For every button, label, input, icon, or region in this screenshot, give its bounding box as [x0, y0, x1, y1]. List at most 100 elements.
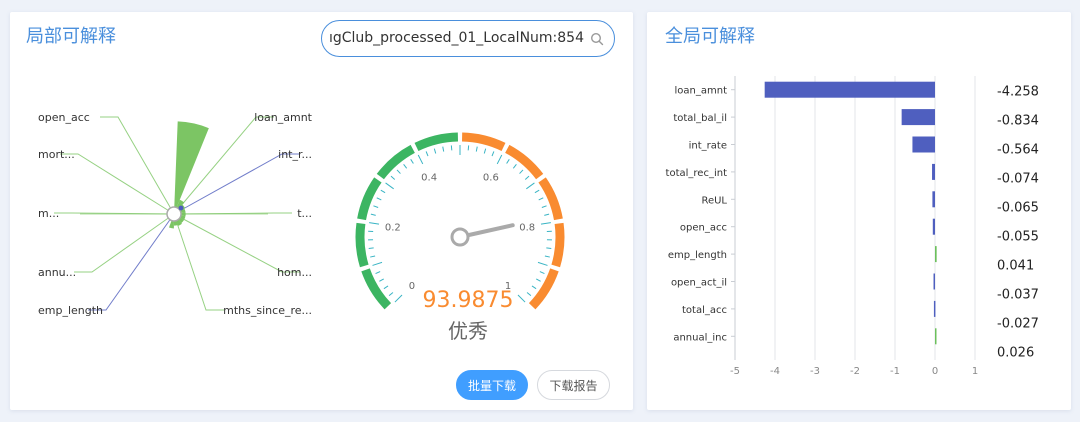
gauge-tick: [544, 213, 550, 216]
gauge-tick: [442, 146, 445, 152]
bar-value-label: -0.074: [997, 172, 1039, 187]
local-explanation-panel: 局部可解释 ıgClub_processed_01_LocalNum:854 l…: [10, 12, 633, 410]
radial-label: int_r...: [278, 148, 312, 161]
gauge-tick: [544, 255, 550, 258]
bar-category-label: open_acc: [680, 223, 727, 234]
bar-category-label: int_rate: [689, 141, 727, 152]
bar: [912, 136, 935, 153]
bar-category-label: ReUL: [701, 195, 727, 206]
bar: [764, 81, 935, 98]
gauge-tick: [390, 175, 396, 180]
gauge-tick: [496, 154, 503, 165]
bar-value-label: -0.055: [997, 230, 1039, 245]
gauge-segment: [376, 144, 415, 180]
gauge-segment: [538, 177, 563, 221]
gauge-tick: [526, 292, 532, 297]
gauge-tick: [491, 151, 495, 157]
bar-value-label: -4.258: [997, 85, 1039, 100]
gauge-tick: [373, 205, 379, 209]
bar-value-label: -0.027: [997, 317, 1039, 332]
gauge-tick-label: 0.8: [519, 222, 535, 233]
radial-spoke: [74, 213, 175, 273]
bar-value-label: 0.026: [997, 346, 1034, 361]
gauge-tick-label: 0: [409, 281, 415, 292]
bar-value-label: -0.834: [997, 114, 1039, 129]
bar-category-label: emp_length: [668, 250, 727, 261]
bar-x-tick-label: 0: [932, 366, 938, 377]
gauge-tick-label: 0.2: [385, 222, 401, 233]
gauge-tick: [519, 169, 524, 174]
radial-label: loan_amnt: [254, 111, 312, 124]
bar: [932, 191, 935, 208]
gauge-tick: [383, 285, 389, 290]
bar: [933, 273, 936, 290]
gauge-tick: [394, 294, 403, 303]
gauge-tick: [539, 271, 545, 274]
gauge-tick: [475, 146, 478, 152]
bar-category-label: total_rec_int: [666, 168, 728, 179]
gauge-segment: [355, 222, 369, 268]
gauge-tick: [370, 213, 376, 216]
gauge-tick: [524, 175, 530, 180]
gauge-tick: [388, 292, 394, 297]
radial-spoke: [173, 213, 300, 273]
sample-search-input[interactable]: ıgClub_processed_01_LocalNum:854: [321, 20, 615, 57]
bar-value-label: -0.037: [997, 288, 1039, 303]
gauge-tick: [375, 271, 381, 274]
bar-x-tick-label: 1: [972, 366, 978, 377]
gauge-grade-label: 优秀: [448, 319, 488, 343]
bar: [932, 218, 935, 235]
search-icon[interactable]: [590, 32, 604, 46]
gauge-segment: [551, 222, 565, 268]
score-gauge: 00.20.4 0.60.8193.9875优秀: [355, 132, 565, 343]
gauge-tick-label: 0.6: [483, 172, 499, 183]
gauge-tick: [483, 148, 487, 154]
global-panel-title: 全局可解释: [665, 26, 755, 47]
gauge-tick: [372, 261, 383, 266]
gauge-tick: [537, 261, 548, 266]
gauge-tick: [379, 278, 385, 282]
bar-category-label: annual_inc: [673, 332, 727, 343]
gauge-tick: [535, 278, 541, 282]
gauge-pivot: [450, 227, 470, 247]
search-input-value: ıgClub_processed_01_LocalNum:854: [328, 30, 584, 46]
radial-label: mths_since_re...: [223, 304, 312, 317]
bar-category-label: loan_amnt: [675, 86, 728, 97]
gauge-tick: [403, 163, 408, 169]
bar-x-tick-label: -1: [890, 366, 900, 377]
radial-marker: [178, 205, 184, 211]
bar: [935, 246, 937, 263]
gauge-tick: [531, 285, 537, 290]
gauge-tick: [417, 154, 424, 165]
bar: [935, 328, 937, 345]
gauge-tick: [396, 169, 401, 174]
bar-value-label: 0.041: [997, 259, 1034, 274]
bar-x-tick-label: -5: [730, 366, 740, 377]
bar-x-tick-label: -3: [810, 366, 820, 377]
gauge-tick: [526, 182, 535, 190]
gauge-tick: [538, 197, 544, 201]
gauge-tick: [506, 159, 510, 164]
gauge-tick: [410, 159, 414, 164]
gauge-tick: [433, 148, 437, 154]
bar-x-tick-label: -2: [850, 366, 860, 377]
local-panel-title: 局部可解释: [26, 26, 116, 47]
radial-label: emp_length: [38, 304, 103, 317]
radial-wedge: [174, 121, 209, 214]
batch-download-button[interactable]: 批量下载: [456, 370, 528, 400]
download-report-button[interactable]: 下载报告: [537, 370, 610, 400]
radial-label: annu...: [38, 266, 76, 279]
bar-value-label: -0.065: [997, 201, 1039, 216]
bar: [932, 163, 935, 180]
bar-value-label: -0.564: [997, 143, 1039, 158]
radial-label: open_acc: [38, 111, 90, 124]
global-explanation-panel: 全局可解释 -5 -4 -3 -2 -1 0 1 loan_amnt -4.258 total_b…: [647, 12, 1071, 410]
gauge-score-value: 93.9875: [423, 288, 514, 313]
radial-label: mort...: [38, 148, 75, 161]
bar: [933, 300, 936, 317]
gauge-tick: [546, 247, 552, 250]
gauge-tick: [541, 205, 547, 209]
radial-label: m...: [38, 207, 59, 220]
bar-category-label: total_bal_il: [673, 113, 727, 124]
radial-label: t...: [297, 207, 312, 220]
